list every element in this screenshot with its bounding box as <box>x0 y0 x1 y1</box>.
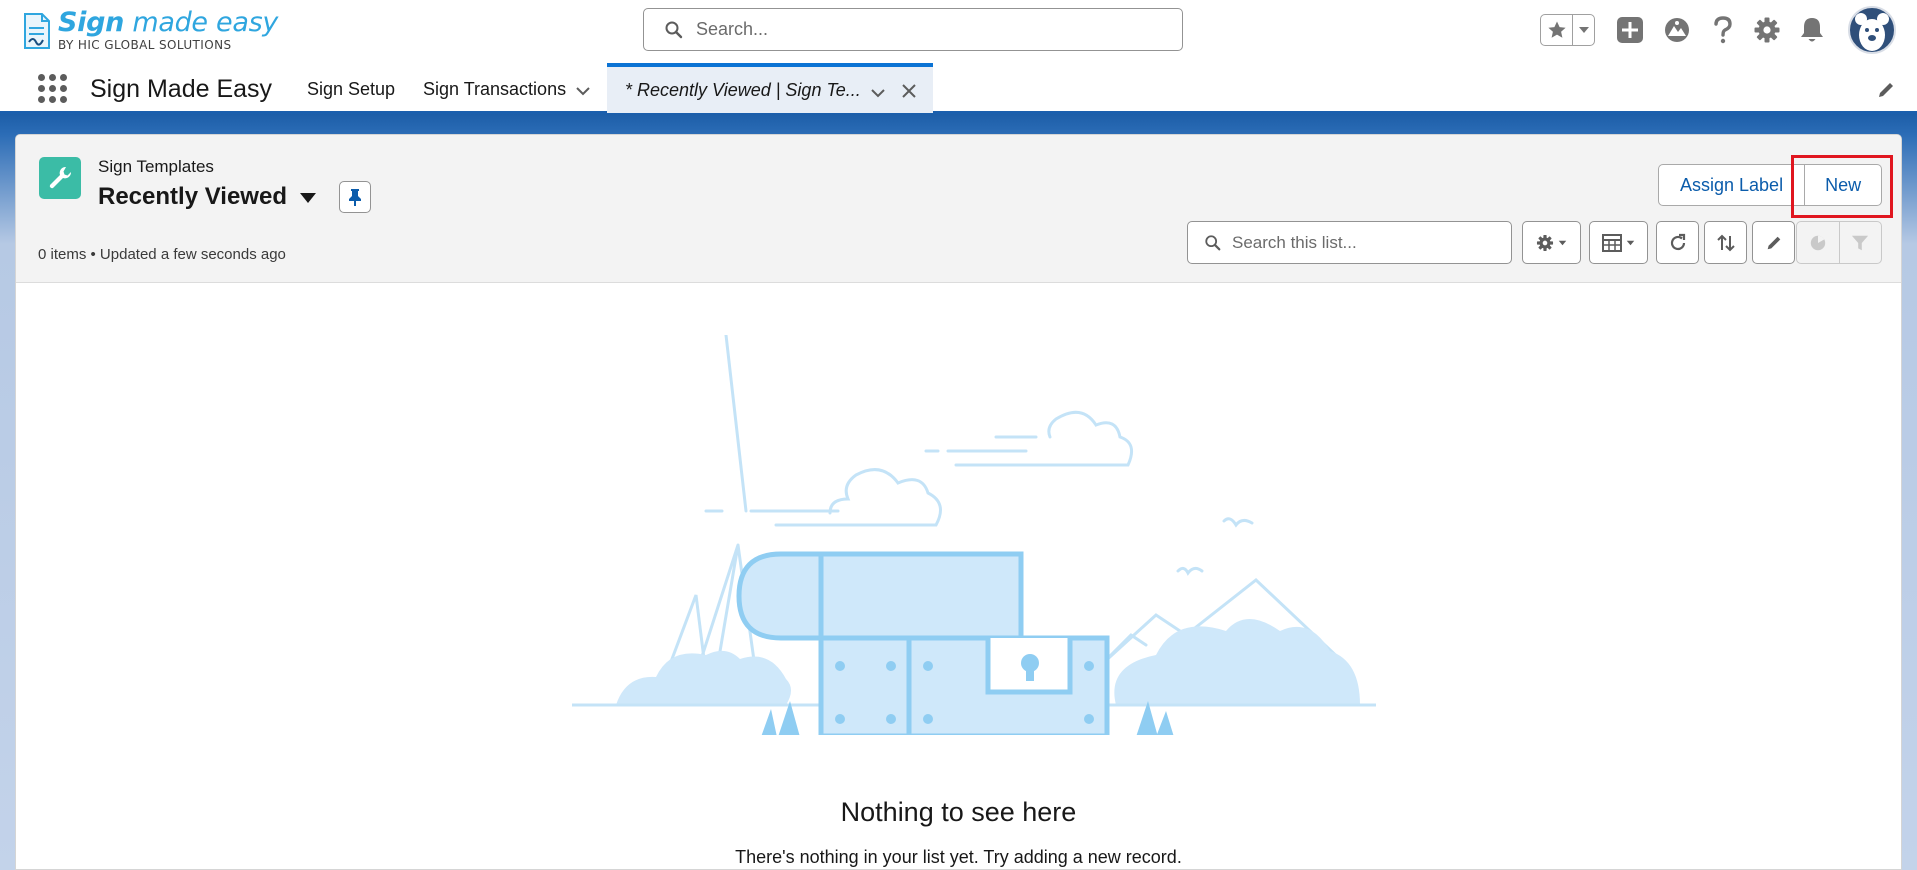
nav-item-sign-setup[interactable]: Sign Setup <box>307 79 395 100</box>
gear-icon <box>1536 234 1554 251</box>
list-view-header: Sign Templates Recently Viewed 0 items •… <box>16 135 1901 283</box>
list-view-card: Sign Templates Recently Viewed 0 items •… <box>15 134 1902 870</box>
global-search[interactable] <box>643 8 1183 51</box>
favorites-group <box>1540 14 1595 46</box>
trailhead-button[interactable] <box>1661 14 1693 46</box>
star-icon <box>1547 21 1566 38</box>
display-as-button[interactable] <box>1589 221 1648 264</box>
app-navigation: Sign Made Easy Sign Setup Sign Transacti… <box>0 60 1917 114</box>
add-icon <box>1617 17 1643 43</box>
notifications-button[interactable] <box>1796 14 1828 46</box>
list-view-title[interactable]: Recently Viewed <box>98 183 287 211</box>
gear-icon <box>1754 17 1780 43</box>
global-header: Sign made easy BY HIC GLOBAL SOLUTIONS <box>0 0 1917 60</box>
global-search-input[interactable] <box>696 19 1166 40</box>
app-name: Sign Made Easy <box>90 75 273 103</box>
logo-title: Sign made easy <box>58 7 279 38</box>
brand-logo[interactable]: Sign made easy BY HIC GLOBAL SOLUTIONS <box>22 8 278 52</box>
search-icon <box>1205 234 1221 250</box>
caret-down-icon <box>1626 240 1635 245</box>
pin-list-button[interactable] <box>339 181 371 213</box>
caret-down-icon <box>1578 27 1589 33</box>
filter-icon <box>1852 235 1869 250</box>
setup-button[interactable] <box>1751 14 1783 46</box>
logo-subtitle: BY HIC GLOBAL SOLUTIONS <box>58 38 232 52</box>
list-view-controls-button[interactable] <box>1522 221 1581 264</box>
search-icon <box>665 21 683 38</box>
chart-filter-group <box>1796 221 1882 264</box>
empty-state-title: Nothing to see here <box>840 797 1077 827</box>
chevron-down-icon[interactable] <box>869 84 887 102</box>
help-button[interactable] <box>1707 14 1739 46</box>
object-icon <box>39 157 81 199</box>
chart-icon <box>1810 235 1825 250</box>
caret-down-icon <box>1558 240 1567 245</box>
pencil-icon <box>1767 236 1780 249</box>
pencil-icon[interactable] <box>1876 80 1896 100</box>
avatar[interactable] <box>1848 6 1896 54</box>
caret-down-icon[interactable] <box>299 189 317 207</box>
favorites-list-button[interactable] <box>1573 15 1594 45</box>
pin-icon <box>349 189 361 206</box>
avatar-icon <box>1855 13 1889 51</box>
refresh-icon <box>1670 233 1685 250</box>
show-charts-button[interactable] <box>1797 222 1840 263</box>
tab-recently-viewed[interactable]: * Recently Viewed | Sign Te... <box>607 63 933 113</box>
wrench-icon <box>49 166 72 189</box>
list-search[interactable] <box>1187 221 1512 264</box>
filters-button[interactable] <box>1840 222 1882 263</box>
new-button[interactable]: New <box>1805 164 1883 206</box>
close-icon[interactable] <box>899 81 919 101</box>
chevron-down-icon[interactable] <box>574 82 592 100</box>
sort-icon <box>1716 234 1735 251</box>
trailhead-icon <box>1665 18 1689 42</box>
object-label: Sign Templates <box>98 157 214 176</box>
table-icon <box>1602 233 1622 252</box>
empty-state-text: There's nothing in your list yet. Try ad… <box>735 847 1182 867</box>
app-launcher-button[interactable] <box>38 74 68 104</box>
global-actions-button[interactable] <box>1614 14 1646 46</box>
refresh-button[interactable] <box>1656 221 1699 264</box>
tab-label: * Recently Viewed | Sign Te... <box>625 80 861 100</box>
list-status: 0 items • Updated a few seconds ago <box>38 246 286 263</box>
assign-label-button[interactable]: Assign Label <box>1658 164 1806 206</box>
bell-icon <box>1801 18 1823 42</box>
document-icon <box>24 13 50 49</box>
edit-list-button[interactable] <box>1752 221 1795 264</box>
list-search-input[interactable] <box>1232 232 1502 253</box>
sort-button[interactable] <box>1704 221 1747 264</box>
nav-item-sign-transactions[interactable]: Sign Transactions <box>423 79 566 100</box>
favorites-button[interactable] <box>1541 15 1573 45</box>
help-icon <box>1714 16 1732 44</box>
empty-state-illustration <box>572 335 1376 735</box>
list-actions: Assign Label New <box>1658 164 1883 206</box>
